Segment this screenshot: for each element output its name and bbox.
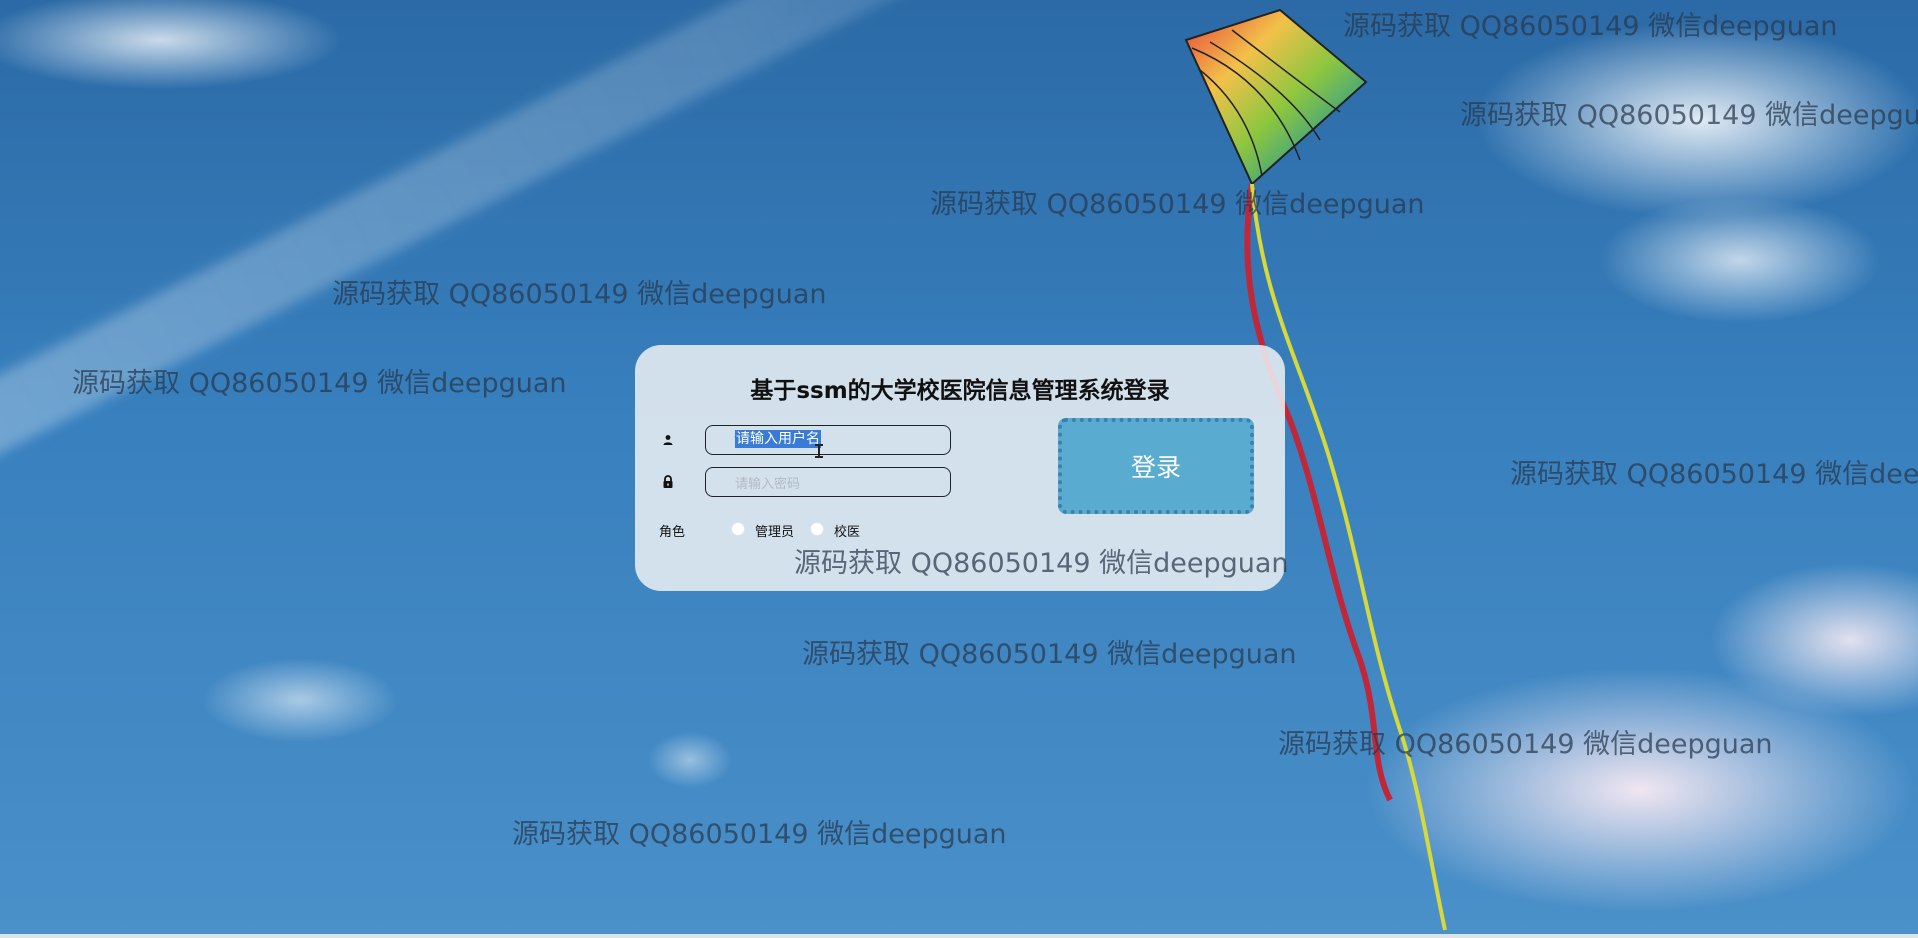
watermark-text: 源码获取 QQ86050149 微信deepguan xyxy=(1510,459,1918,490)
login-title: 基于ssm的大学校医院信息管理系统登录 xyxy=(750,378,1170,404)
watermark-text: 源码获取 QQ86050149 微信deepguan xyxy=(1460,100,1918,131)
watermark-text: 源码获取 QQ86050149 微信deepguan xyxy=(794,548,1289,579)
role-label: 角色 xyxy=(659,525,686,540)
watermark-text: 源码获取 QQ86050149 微信deepguan xyxy=(1343,11,1838,42)
user-icon xyxy=(661,433,675,447)
watermark-text: 源码获取 QQ86050149 微信deepguan xyxy=(72,368,567,399)
role-radio-doctor[interactable] xyxy=(810,522,824,536)
role-radio-admin[interactable] xyxy=(731,522,745,536)
watermark-text: 源码获取 QQ86050149 微信deepguan xyxy=(332,279,827,310)
role-label-admin: 管理员 xyxy=(755,525,795,540)
role-label-doctor: 校医 xyxy=(834,525,861,540)
bottom-edge xyxy=(0,934,1918,938)
username-selected-text: 请输入用户名 xyxy=(735,430,821,448)
watermark-text: 源码获取 QQ86050149 微信deepguan xyxy=(1278,729,1773,760)
watermark-text: 源码获取 QQ86050149 微信deepguan xyxy=(930,189,1425,220)
lock-icon xyxy=(661,475,675,489)
login-button[interactable]: 登录 xyxy=(1058,418,1254,514)
mouse-cursor xyxy=(815,444,823,458)
watermark-text: 源码获取 QQ86050149 微信deepguan xyxy=(512,819,1007,850)
password-placeholder: 请输入密码 xyxy=(735,477,801,492)
watermark-text: 源码获取 QQ86050149 微信deepguan xyxy=(802,639,1297,670)
